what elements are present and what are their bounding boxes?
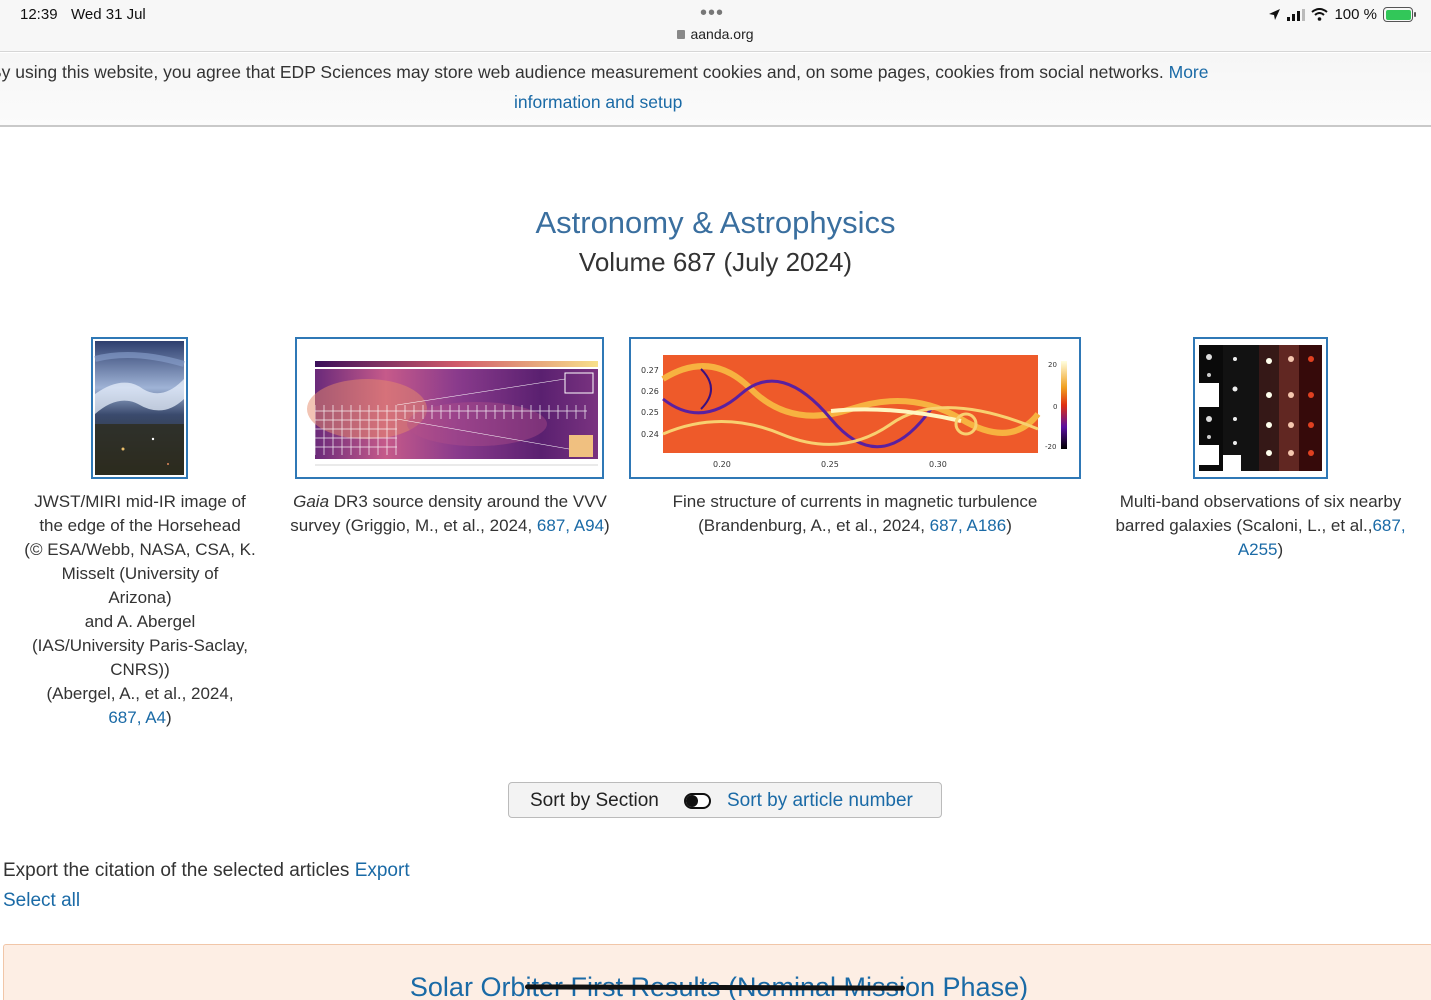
turbulence-image: 0.27 0.26 0.25 0.24 0.20 0.25 0.30 20 0 … bbox=[631, 339, 1079, 477]
status-time: 12:39 bbox=[20, 6, 58, 23]
y-tick: 0.26 bbox=[641, 387, 659, 396]
colorbar-tick: -20 bbox=[1045, 443, 1056, 451]
caption-line: (Abergel, A., et al., 2024, bbox=[46, 684, 234, 703]
cookie-setup-link[interactable]: information and setup bbox=[514, 87, 682, 117]
caption-line: and A. Abergel bbox=[84, 612, 196, 631]
caption-paren: ) bbox=[166, 708, 172, 727]
caption-paren: ) bbox=[604, 516, 610, 535]
cookie-text: By using this website, you agree that ED… bbox=[0, 62, 1164, 82]
caption-paren: ) bbox=[1006, 516, 1012, 535]
caption-line: (© ESA/Webb, NASA, CSA, K. bbox=[24, 540, 256, 559]
cover-image-gaia[interactable] bbox=[295, 337, 604, 479]
battery-charging-icon bbox=[1383, 7, 1416, 22]
lock-icon bbox=[677, 30, 686, 39]
caption-text: Multi-band observations of six nearby ba… bbox=[1115, 492, 1402, 535]
status-bar: 12:39 Wed 31 Jul ••• aanda.org 100 % bbox=[0, 0, 1431, 52]
cover-caption-galaxies: Multi-band observations of six nearby ba… bbox=[1108, 490, 1413, 562]
sort-toggle-switch[interactable] bbox=[684, 793, 711, 809]
export-citation-line: Export the citation of the selected arti… bbox=[3, 860, 410, 882]
sort-by-section-label[interactable]: Sort by Section bbox=[530, 790, 659, 812]
article-link-a94[interactable]: 687, A94 bbox=[537, 516, 604, 535]
location-icon bbox=[1269, 9, 1281, 20]
article-link-a186[interactable]: 687, A186 bbox=[930, 516, 1007, 535]
wifi-icon bbox=[1311, 8, 1329, 21]
cover-image-turbulence[interactable]: 0.27 0.26 0.25 0.24 0.20 0.25 0.30 20 0 … bbox=[629, 337, 1081, 479]
colorbar-tick: 0 bbox=[1053, 403, 1057, 411]
x-tick: 0.20 bbox=[713, 460, 731, 469]
y-tick: 0.24 bbox=[641, 430, 659, 439]
y-tick: 0.27 bbox=[641, 366, 659, 375]
export-link[interactable]: Export bbox=[355, 860, 410, 881]
select-all-link[interactable]: Select all bbox=[3, 890, 80, 912]
gaia-density-map bbox=[297, 339, 602, 477]
y-tick: 0.25 bbox=[641, 408, 659, 417]
journal-title[interactable]: Astronomy & Astrophysics bbox=[0, 205, 1431, 241]
x-tick: 0.30 bbox=[929, 460, 947, 469]
caption-line: Arizona) bbox=[108, 588, 172, 607]
colorbar-tick: 20 bbox=[1048, 361, 1057, 369]
cookie-banner: By using this website, you agree that ED… bbox=[0, 53, 1431, 127]
caption-line: CNRS)) bbox=[110, 660, 170, 679]
caption-paren: ) bbox=[1277, 540, 1284, 559]
cover-caption-turbulence: Fine structure of currents in magnetic t… bbox=[655, 490, 1055, 538]
cover-caption-horsehead: JWST/MIRI mid-IR image of the edge of th… bbox=[20, 490, 260, 730]
horsehead-image bbox=[94, 341, 185, 475]
toggle-knob bbox=[686, 795, 698, 807]
caption-line: JWST/MIRI mid-IR image of bbox=[34, 492, 246, 511]
caption-line: Misselt (University of bbox=[61, 564, 219, 583]
caption-line: the edge of the Horsehead bbox=[39, 516, 241, 535]
status-indicators: 100 % bbox=[1268, 6, 1416, 23]
galaxies-image bbox=[1195, 339, 1326, 477]
url-text: aanda.org bbox=[690, 26, 754, 42]
status-date: Wed 31 Jul bbox=[71, 6, 146, 23]
export-text: Export the citation of the selected arti… bbox=[3, 860, 355, 881]
section-header-box: Solar Orbiter First Results (Nominal Mis… bbox=[3, 944, 1431, 1000]
sort-by-article-link[interactable]: Sort by article number bbox=[727, 790, 913, 812]
cover-caption-gaia: Gaia DR3 source density around the VVV s… bbox=[284, 490, 616, 538]
article-link-a4[interactable]: 687, A4 bbox=[108, 708, 166, 727]
cookie-more-link[interactable]: More bbox=[1169, 62, 1209, 82]
caption-italic: Gaia bbox=[293, 492, 330, 511]
battery-percent: 100 % bbox=[1334, 6, 1377, 23]
x-tick: 0.25 bbox=[821, 460, 839, 469]
cover-image-horsehead[interactable] bbox=[91, 337, 188, 479]
sort-toggle-bar: Sort by Section Sort by article number bbox=[508, 782, 942, 818]
address-bar[interactable]: aanda.org bbox=[0, 26, 1431, 42]
cellular-signal-icon bbox=[1287, 8, 1306, 21]
caption-line: (IAS/University Paris-Saclay, bbox=[31, 636, 248, 655]
cover-image-galaxies[interactable] bbox=[1193, 337, 1328, 479]
volume-title: Volume 687 (July 2024) bbox=[578, 247, 853, 277]
more-options-icon[interactable]: ••• bbox=[700, 2, 724, 25]
